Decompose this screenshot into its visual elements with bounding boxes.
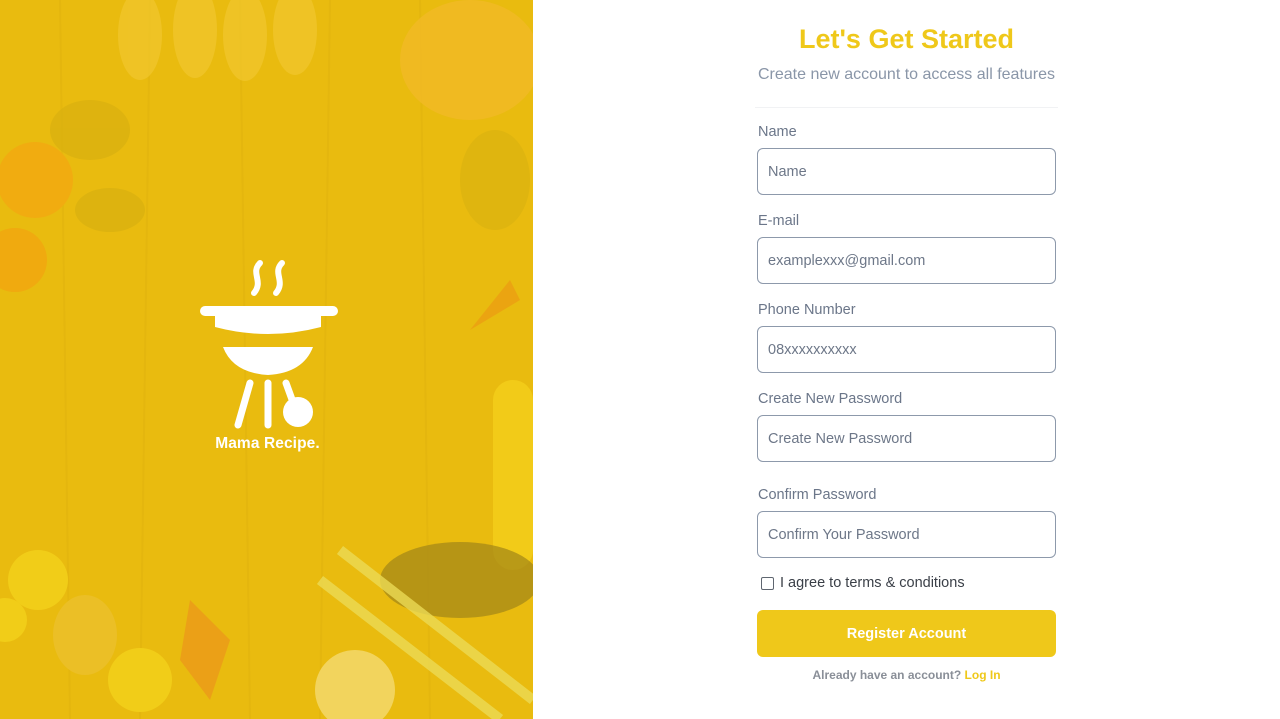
- email-input[interactable]: [757, 237, 1056, 284]
- register-page: Mama Recipe. Let's Get Started Create ne…: [0, 0, 1280, 719]
- confirm-password-label: Confirm Password: [758, 487, 877, 503]
- terms-row: I agree to terms & conditions: [761, 575, 965, 591]
- email-label: E-mail: [758, 213, 800, 229]
- login-prompt: Already have an account?: [812, 668, 962, 682]
- login-link[interactable]: Log In: [965, 668, 1001, 682]
- new-password-input[interactable]: [757, 415, 1056, 462]
- confirm-password-input[interactable]: [757, 511, 1056, 558]
- name-label: Name: [758, 124, 797, 140]
- brand-name: Mama Recipe.: [215, 435, 320, 452]
- new-password-label: Create New Password: [758, 391, 903, 407]
- page-title: Let's Get Started: [799, 24, 1014, 54]
- name-input[interactable]: [757, 148, 1056, 195]
- login-row: Already have an account? Log In: [533, 668, 1280, 682]
- register-button[interactable]: Register Account: [757, 610, 1056, 657]
- divider: [755, 107, 1058, 108]
- phone-label: Phone Number: [758, 302, 856, 318]
- phone-input[interactable]: [757, 326, 1056, 373]
- page-subtitle: Create new account to access all feature…: [757, 66, 1056, 83]
- grill-icon: [199, 260, 338, 429]
- terms-checkbox[interactable]: [761, 576, 774, 590]
- logo: Mama Recipe.: [195, 255, 340, 455]
- register-form: Let's Get Started Create new account to …: [533, 0, 1280, 719]
- hero-panel: Mama Recipe.: [0, 0, 533, 719]
- terms-label[interactable]: I agree to terms & conditions: [780, 575, 965, 591]
